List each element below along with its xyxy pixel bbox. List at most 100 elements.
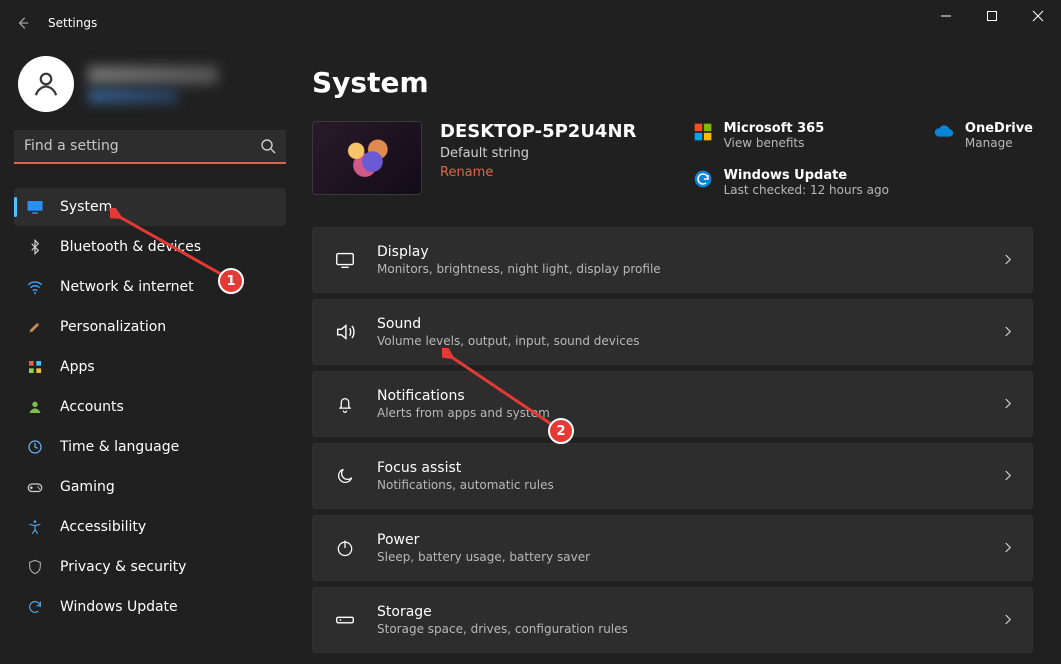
- sidebar-item-time-language[interactable]: Time & language: [14, 428, 286, 466]
- rename-link[interactable]: Rename: [440, 165, 636, 180]
- window-controls: [923, 0, 1061, 32]
- clock-globe-icon: [26, 438, 44, 456]
- gamepad-icon: [26, 478, 44, 496]
- settings-tiles: Display Monitors, brightness, night ligh…: [312, 227, 1033, 653]
- title-bar: Settings: [0, 0, 1061, 46]
- sidebar-item-apps[interactable]: Apps: [14, 348, 286, 386]
- tile-title: Focus assist: [377, 460, 554, 476]
- maximize-button[interactable]: [969, 0, 1015, 32]
- device-row: DESKTOP-5P2U4NR Default string Rename Mi…: [312, 121, 1033, 197]
- sidebar-item-label: Time & language: [60, 439, 179, 455]
- sidebar-item-accounts[interactable]: Accounts: [14, 388, 286, 426]
- person-filled-icon: [26, 398, 44, 416]
- promo-title: OneDrive: [965, 121, 1033, 136]
- sync-badge-icon: [692, 168, 714, 190]
- back-arrow-icon: [16, 16, 30, 30]
- promo-sub: Manage: [965, 136, 1033, 150]
- bluetooth-icon: [26, 238, 44, 256]
- sidebar-item-label: Bluetooth & devices: [60, 239, 201, 255]
- sidebar-item-label: Accessibility: [60, 519, 146, 535]
- accessibility-icon: [26, 518, 44, 536]
- tile-storage[interactable]: Storage Storage space, drives, configura…: [312, 587, 1033, 653]
- tile-notifications[interactable]: Notifications Alerts from apps and syste…: [312, 371, 1033, 437]
- promo-grid: Microsoft 365 View benefits OneDrive Man…: [692, 121, 1033, 197]
- sidebar-item-personalization[interactable]: Personalization: [14, 308, 286, 346]
- shield-icon: [26, 558, 44, 576]
- sidebar-item-network[interactable]: Network & internet: [14, 268, 286, 306]
- minimize-icon: [940, 10, 952, 22]
- tile-power[interactable]: Power Sleep, battery usage, battery save…: [312, 515, 1033, 581]
- tile-display[interactable]: Display Monitors, brightness, night ligh…: [312, 227, 1033, 293]
- avatar: [18, 56, 74, 112]
- sync-icon: [26, 598, 44, 616]
- sidebar-item-label: System: [60, 199, 112, 215]
- tile-sub: Alerts from apps and system: [377, 406, 550, 420]
- tile-title: Sound: [377, 316, 639, 332]
- apps-icon: [26, 358, 44, 376]
- tile-sound[interactable]: Sound Volume levels, output, input, soun…: [312, 299, 1033, 365]
- sidebar-item-label: Personalization: [60, 319, 166, 335]
- sidebar-item-label: Network & internet: [60, 279, 194, 295]
- sidebar-nav: System Bluetooth & devices Network & int…: [14, 188, 286, 626]
- tile-title: Display: [377, 244, 661, 260]
- sidebar-item-label: Gaming: [60, 479, 115, 495]
- bell-icon: [333, 392, 357, 416]
- wifi-icon: [26, 278, 44, 296]
- account-block[interactable]: [14, 46, 286, 130]
- sidebar-item-label: Apps: [60, 359, 95, 375]
- promo-sub: Last checked: 12 hours ago: [724, 183, 889, 197]
- display-icon: [333, 248, 357, 272]
- sidebar-item-label: Accounts: [60, 399, 124, 415]
- tile-sub: Sleep, battery usage, battery saver: [377, 550, 590, 564]
- account-email-redacted: [88, 90, 178, 102]
- tile-sub: Storage space, drives, configuration rul…: [377, 622, 628, 636]
- tile-focus-assist[interactable]: Focus assist Notifications, automatic ru…: [312, 443, 1033, 509]
- promo-onedrive[interactable]: OneDrive Manage: [933, 121, 1033, 150]
- tile-title: Storage: [377, 604, 628, 620]
- device-box: DESKTOP-5P2U4NR Default string Rename: [312, 121, 636, 195]
- monitor-icon: [26, 198, 44, 216]
- device-model: Default string: [440, 146, 636, 161]
- sidebar-item-windows-update[interactable]: Windows Update: [14, 588, 286, 626]
- moon-icon: [333, 464, 357, 488]
- storage-icon: [333, 608, 357, 632]
- chevron-right-icon: [1002, 251, 1014, 270]
- power-icon: [333, 536, 357, 560]
- promo-title: Microsoft 365: [724, 121, 825, 136]
- sound-icon: [333, 320, 357, 344]
- close-button[interactable]: [1015, 0, 1061, 32]
- tile-title: Power: [377, 532, 590, 548]
- tile-sub: Monitors, brightness, night light, displ…: [377, 262, 661, 276]
- account-name-redacted: [88, 66, 218, 84]
- promo-windows-update[interactable]: Windows Update Last checked: 12 hours ag…: [692, 168, 889, 197]
- promo-title: Windows Update: [724, 168, 889, 183]
- sidebar: System Bluetooth & devices Network & int…: [0, 46, 300, 664]
- sidebar-item-gaming[interactable]: Gaming: [14, 468, 286, 506]
- tile-title: Notifications: [377, 388, 550, 404]
- person-icon: [31, 69, 61, 99]
- main-panel: System DESKTOP-5P2U4NR Default string Re…: [300, 46, 1061, 664]
- maximize-icon: [986, 10, 998, 22]
- search-input[interactable]: [14, 130, 286, 164]
- promo-m365[interactable]: Microsoft 365 View benefits: [692, 121, 889, 150]
- back-button[interactable]: [6, 6, 40, 40]
- sidebar-item-label: Windows Update: [60, 599, 178, 615]
- sidebar-item-accessibility[interactable]: Accessibility: [14, 508, 286, 546]
- sidebar-item-bluetooth[interactable]: Bluetooth & devices: [14, 228, 286, 266]
- page-title: System: [312, 66, 1033, 99]
- wallpaper-thumbnail: [312, 121, 422, 195]
- chevron-right-icon: [1002, 323, 1014, 342]
- m365-icon: [692, 121, 714, 143]
- minimize-button[interactable]: [923, 0, 969, 32]
- chevron-right-icon: [1002, 467, 1014, 486]
- search-box[interactable]: [14, 130, 286, 164]
- promo-sub: View benefits: [724, 136, 825, 150]
- tile-sub: Volume levels, output, input, sound devi…: [377, 334, 639, 348]
- sidebar-item-privacy[interactable]: Privacy & security: [14, 548, 286, 586]
- device-name: DESKTOP-5P2U4NR: [440, 121, 636, 142]
- tile-sub: Notifications, automatic rules: [377, 478, 554, 492]
- chevron-right-icon: [1002, 611, 1014, 630]
- sidebar-item-label: Privacy & security: [60, 559, 186, 575]
- account-text: [88, 66, 218, 102]
- sidebar-item-system[interactable]: System: [14, 188, 286, 226]
